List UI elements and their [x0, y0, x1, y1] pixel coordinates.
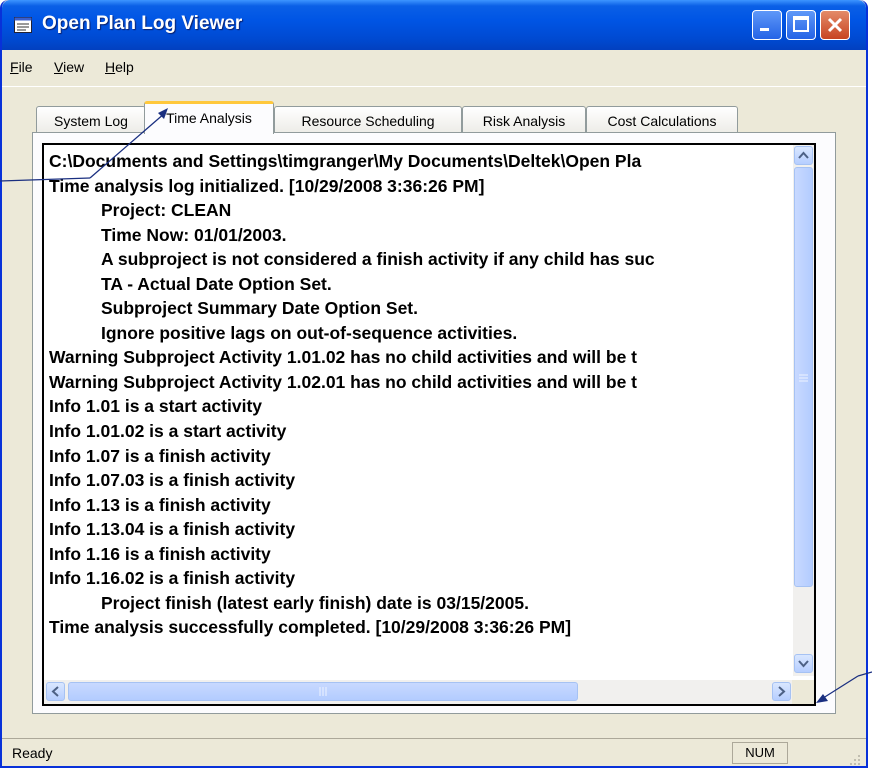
scroll-up-button[interactable] — [794, 146, 813, 165]
grip-icon — [319, 687, 327, 696]
app-window: Open Plan Log Viewer File View Help Syst… — [0, 0, 868, 768]
scroll-right-button[interactable] — [772, 682, 791, 701]
log-line: Info 1.16 is a finish activity — [49, 543, 271, 564]
title-bar[interactable]: Open Plan Log Viewer — [2, 0, 866, 50]
status-text: Ready — [12, 745, 53, 761]
chevron-up-icon — [798, 151, 809, 159]
menu-file-mnemonic: F — [10, 59, 19, 75]
tab-resource-scheduling[interactable]: Resource Scheduling — [274, 106, 462, 134]
close-icon — [827, 17, 843, 33]
menu-view-label: iew — [63, 59, 85, 75]
log-line: Info 1.16.02 is a finish activity — [49, 568, 296, 589]
close-button[interactable] — [820, 10, 850, 40]
log-line: Info 1.07 is a finish activity — [49, 445, 271, 466]
log-line: Time Now: 01/01/2003. — [101, 224, 287, 245]
log-view[interactable]: C:\Documents and Settings\timgranger\My … — [42, 143, 816, 706]
log-line: Warning Subproject Activity 1.02.01 has … — [49, 371, 638, 392]
log-line: Time analysis log initialized. [10/29/20… — [49, 175, 485, 196]
horizontal-scrollbar[interactable] — [44, 680, 794, 704]
menu-file-label: ile — [18, 59, 33, 75]
window-title: Open Plan Log Viewer — [42, 13, 243, 34]
log-line: A subproject is not considered a finish … — [101, 249, 655, 270]
tab-risk-analysis[interactable]: Risk Analysis — [462, 106, 586, 134]
tab-cost-calculations[interactable]: Cost Calculations — [586, 106, 738, 134]
maximize-icon — [793, 16, 809, 32]
menu-file[interactable]: File — [10, 59, 33, 75]
grip-icon — [799, 374, 808, 382]
log-lines: C:\Documents and Settings\timgranger\My … — [49, 149, 811, 640]
menu-bar: File View Help — [2, 50, 866, 87]
menu-help-mnemonic: H — [105, 59, 116, 75]
log-line: Info 1.13 is a finish activity — [49, 494, 271, 515]
log-line: Info 1.01.02 is a start activity — [49, 421, 287, 442]
minimize-button[interactable] — [752, 10, 782, 40]
menu-help[interactable]: Help — [105, 59, 134, 75]
log-line: Ignore positive lags on out-of-sequence … — [101, 322, 518, 343]
chevron-right-icon — [778, 686, 786, 697]
log-line: Project finish (latest early finish) dat… — [101, 592, 529, 613]
tab-system-log[interactable]: System Log — [36, 106, 146, 134]
log-line: Warning Subproject Activity 1.01.02 has … — [49, 347, 638, 368]
chevron-down-icon — [798, 660, 809, 668]
log-line: Project: CLEAN — [101, 200, 232, 221]
log-line: Info 1.13.04 is a finish activity — [49, 519, 296, 540]
menu-help-label: elp — [115, 59, 134, 75]
minimize-icon — [760, 28, 769, 31]
tab-time-analysis[interactable]: Time Analysis — [144, 101, 274, 134]
vertical-scrollbar[interactable] — [792, 145, 814, 676]
status-bar: Ready NUM — [2, 738, 866, 767]
app-icon — [14, 17, 32, 33]
log-line: TA - Actual Date Option Set. — [101, 273, 332, 294]
resize-grip-icon[interactable] — [846, 751, 862, 767]
menu-view-mnemonic: V — [54, 59, 64, 75]
log-line: Info 1.01 is a start activity — [49, 396, 263, 417]
chevron-left-icon — [51, 686, 59, 697]
log-line: Info 1.07.03 is a finish activity — [49, 470, 296, 491]
scroll-down-button[interactable] — [794, 654, 813, 673]
scroll-corner — [772, 680, 814, 704]
log-line: C:\Documents and Settings\timgranger\My … — [49, 151, 642, 171]
log-line: Subproject Summary Date Option Set. — [101, 298, 418, 319]
menu-view[interactable]: View — [54, 59, 84, 75]
log-line: Time analysis successfully completed. [1… — [49, 617, 572, 638]
vertical-scroll-thumb[interactable] — [794, 167, 813, 587]
scroll-left-button[interactable] — [46, 682, 65, 701]
num-lock-indicator: NUM — [732, 742, 788, 764]
maximize-button[interactable] — [786, 10, 816, 40]
horizontal-scroll-thumb[interactable] — [68, 682, 578, 701]
